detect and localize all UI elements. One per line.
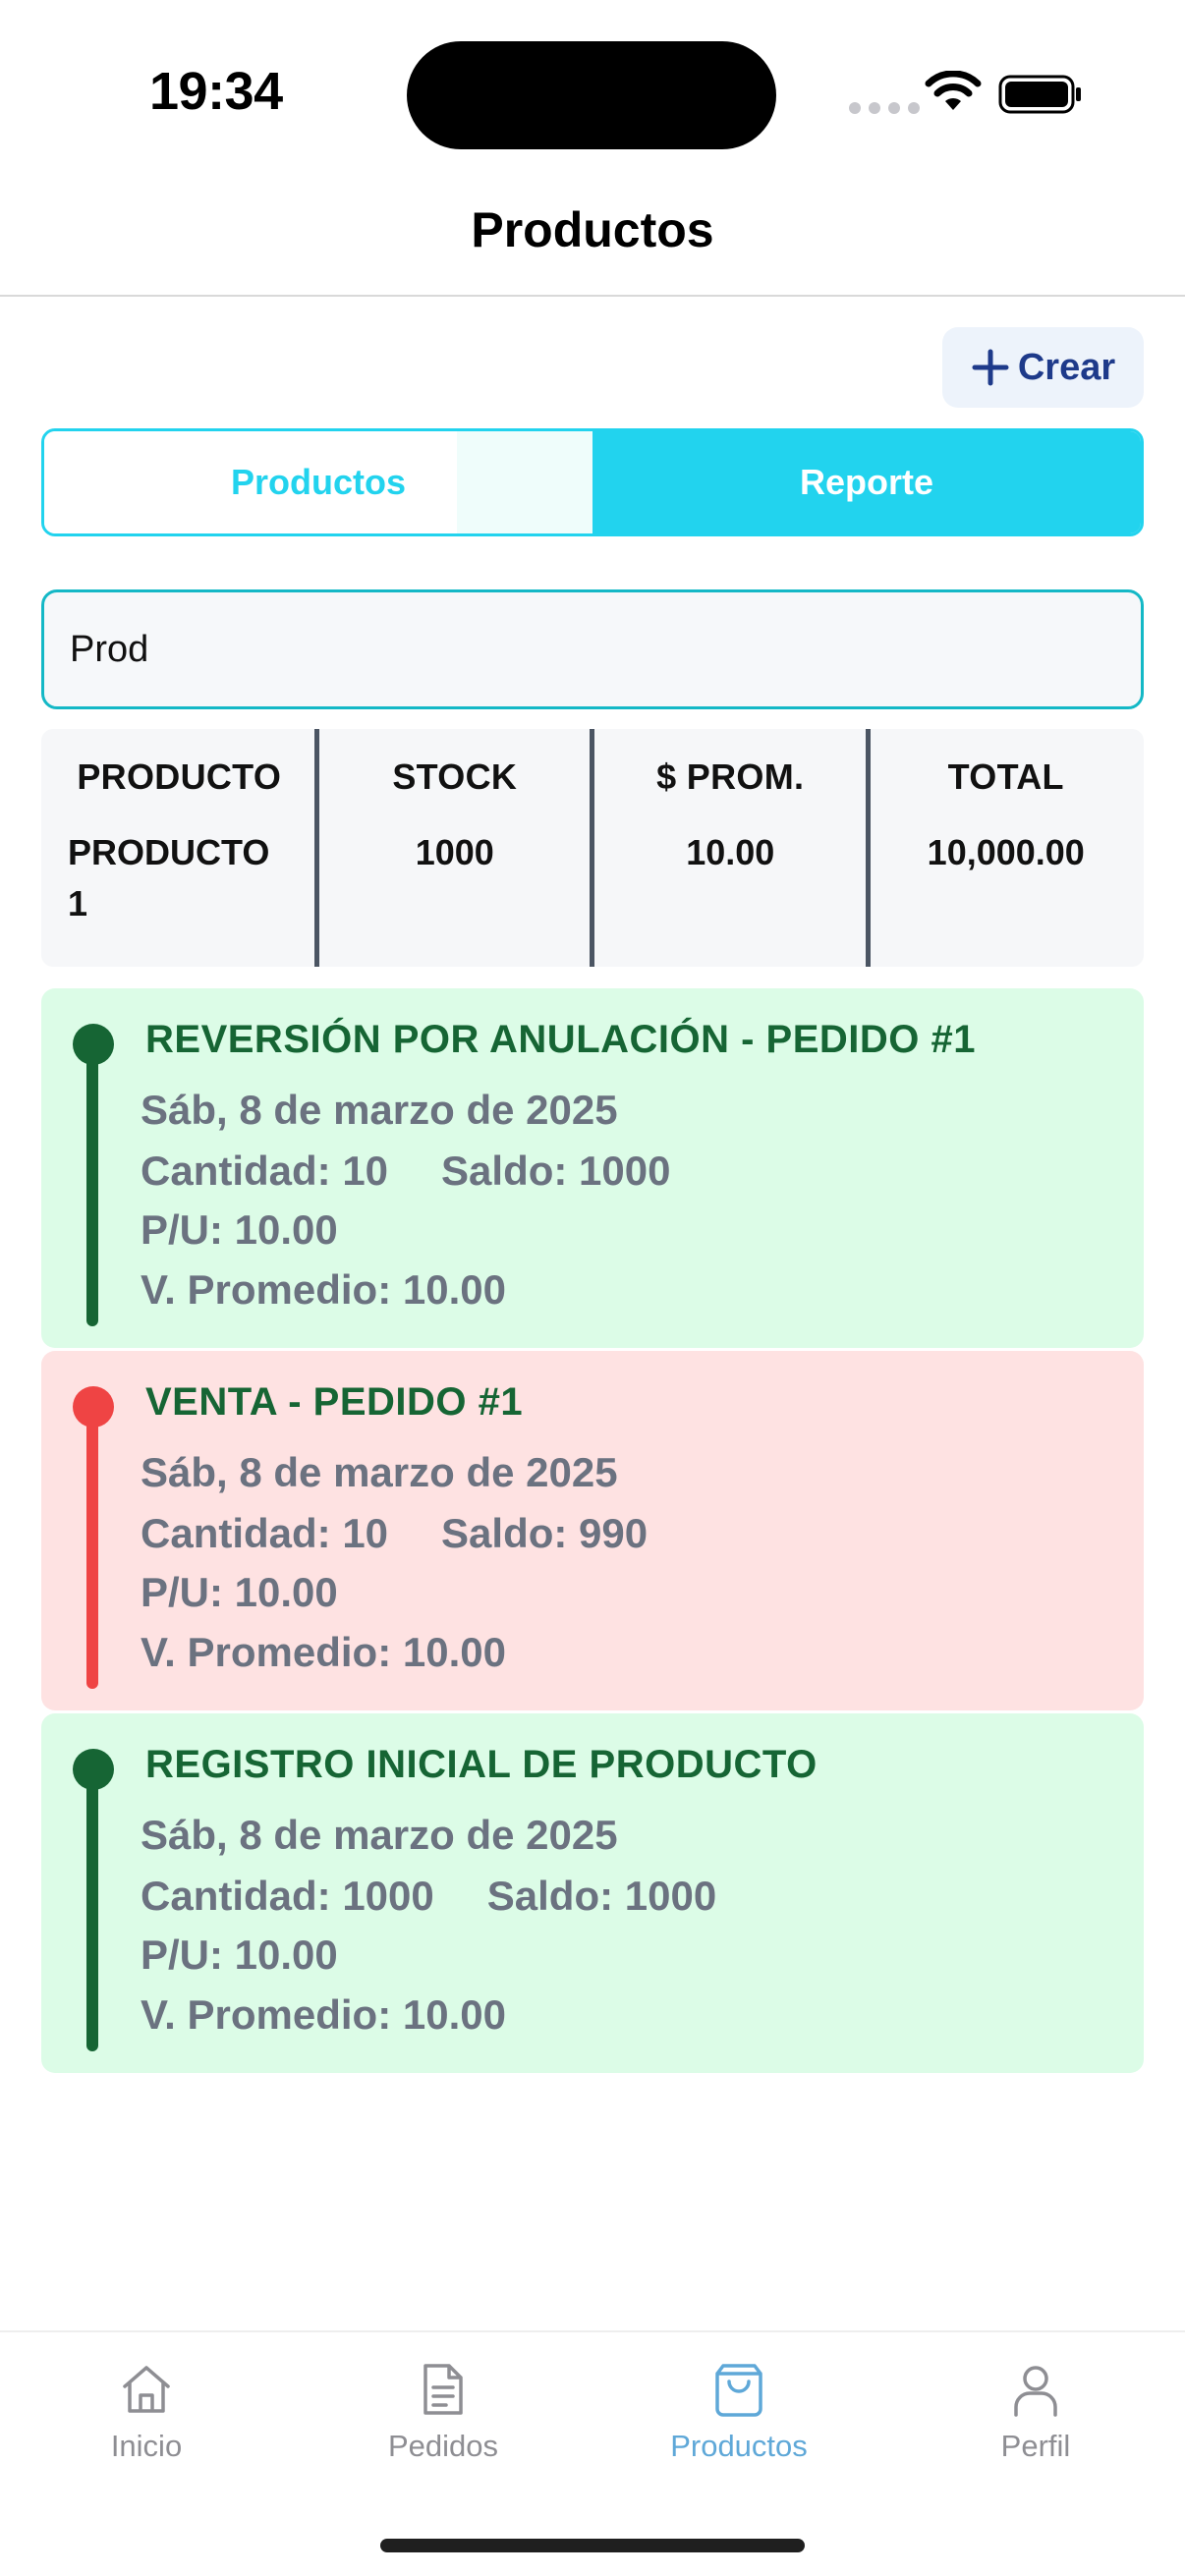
- cell-total: 10,000.00: [927, 832, 1085, 872]
- nav-item-inicio[interactable]: Inicio: [48, 2360, 245, 2464]
- tab-productos-label: Productos: [230, 462, 406, 502]
- movement-unit-price: P/U: 10.00: [141, 1932, 338, 1978]
- cellular-signal-icon: [849, 102, 920, 114]
- nav-item-label: Pedidos: [387, 2429, 499, 2463]
- cell-product-name: PRODUCTO 1: [68, 832, 270, 924]
- column-header: PRODUCTO: [77, 756, 282, 797]
- movement-date: Sáb, 8 de marzo de 2025: [141, 1449, 618, 1495]
- person-icon: [1014, 2366, 1057, 2417]
- search-input[interactable]: [41, 589, 1144, 709]
- wifi-icon: [925, 71, 982, 110]
- movement-card[interactable]: VENTA - PEDIDO #1 Sáb, 8 de marzo de 202…: [41, 1351, 1144, 1710]
- timeline-line: [86, 1772, 98, 2051]
- cell-average-price: 10.00: [686, 832, 775, 872]
- column-header: STOCK: [392, 756, 518, 797]
- movement-quantity: Cantidad: 1000: [141, 1873, 434, 1919]
- nav-item-pedidos[interactable]: Pedidos: [345, 2360, 541, 2464]
- summary-column-total: TOTAL 10,000.00: [865, 729, 1145, 967]
- navigation-header: Productos: [0, 177, 1185, 297]
- movement-quantity: Cantidad: 10: [141, 1148, 389, 1194]
- movement-unit-price: P/U: 10.00: [141, 1569, 338, 1615]
- app-screen: 19:34 Productos Crear Productos Reporte …: [0, 0, 1185, 2576]
- summary-table: PRODUCTO PRODUCTO 1 STOCK 1000 $ PROM. 1…: [41, 729, 1144, 967]
- shopping-bag-icon: [715, 2364, 762, 2417]
- cell-stock: 1000: [415, 832, 494, 872]
- timeline-line: [86, 1047, 98, 1326]
- plus-icon: [972, 349, 1009, 386]
- tab-reporte-label: Reporte: [799, 462, 934, 502]
- movement-average: V. Promedio: 10.00: [141, 1991, 506, 2038]
- movement-balance: Saldo: 990: [441, 1510, 649, 1556]
- timeline-dot-icon: [73, 1024, 114, 1065]
- movement-balance: Saldo: 1000: [441, 1148, 671, 1194]
- timeline-dot-icon: [73, 1386, 114, 1428]
- movement-title: VENTA - PEDIDO #1: [145, 1380, 524, 1424]
- summary-column-average-price: $ PROM. 10.00: [590, 729, 869, 967]
- movement-quantity-row: Cantidad: 10 Saldo: 990: [141, 1510, 648, 1557]
- home-icon: [123, 2366, 170, 2413]
- page-title: Productos: [471, 202, 714, 257]
- summary-column-stock: STOCK 1000: [313, 729, 593, 967]
- dynamic-island: [407, 41, 776, 149]
- column-header: $ PROM.: [656, 756, 805, 797]
- nav-item-label: Inicio: [110, 2429, 183, 2463]
- document-icon: [423, 2364, 463, 2415]
- segmented-tabs: Productos Reporte: [41, 428, 1144, 536]
- home-indicator[interactable]: [380, 2539, 805, 2552]
- movement-average: V. Promedio: 10.00: [141, 1629, 506, 1675]
- movement-card[interactable]: REVERSIÓN POR ANULACIÓN - PEDIDO #1 Sáb,…: [41, 988, 1144, 1348]
- nav-item-perfil[interactable]: Perfil: [937, 2360, 1134, 2464]
- movement-average: V. Promedio: 10.00: [141, 1266, 506, 1313]
- movement-date: Sáb, 8 de marzo de 2025: [141, 1812, 618, 1858]
- movement-balance: Saldo: 1000: [486, 1873, 717, 1919]
- timeline-line: [86, 1410, 98, 1689]
- tab-productos[interactable]: Productos: [44, 431, 592, 533]
- battery-icon: [998, 75, 1081, 114]
- nav-item-label: Perfil: [1000, 2429, 1071, 2463]
- status-time: 19:34: [149, 62, 283, 121]
- movement-unit-price: P/U: 10.00: [141, 1206, 338, 1253]
- movement-date: Sáb, 8 de marzo de 2025: [141, 1087, 618, 1133]
- timeline-dot-icon: [73, 1749, 114, 1790]
- tab-reporte[interactable]: Reporte: [592, 431, 1141, 533]
- movement-quantity: Cantidad: 10: [141, 1510, 389, 1556]
- status-bar: 19:34: [0, 0, 1185, 177]
- nav-item-productos[interactable]: Productos: [641, 2360, 837, 2464]
- create-button-label: Crear: [1017, 346, 1116, 388]
- movement-title: REGISTRO INICIAL DE PRODUCTO: [145, 1743, 818, 1786]
- column-header: TOTAL: [947, 756, 1064, 797]
- movement-title: REVERSIÓN POR ANULACIÓN - PEDIDO #1: [145, 1018, 977, 1061]
- movement-quantity-row: Cantidad: 10 Saldo: 1000: [141, 1148, 671, 1195]
- movement-card[interactable]: REGISTRO INICIAL DE PRODUCTO Sáb, 8 de m…: [41, 1713, 1144, 2073]
- movement-quantity-row: Cantidad: 1000 Saldo: 1000: [141, 1873, 716, 1920]
- nav-item-label: Productos: [670, 2429, 808, 2463]
- create-button[interactable]: Crear: [942, 327, 1144, 408]
- summary-column-producto: PRODUCTO PRODUCTO 1: [41, 729, 317, 967]
